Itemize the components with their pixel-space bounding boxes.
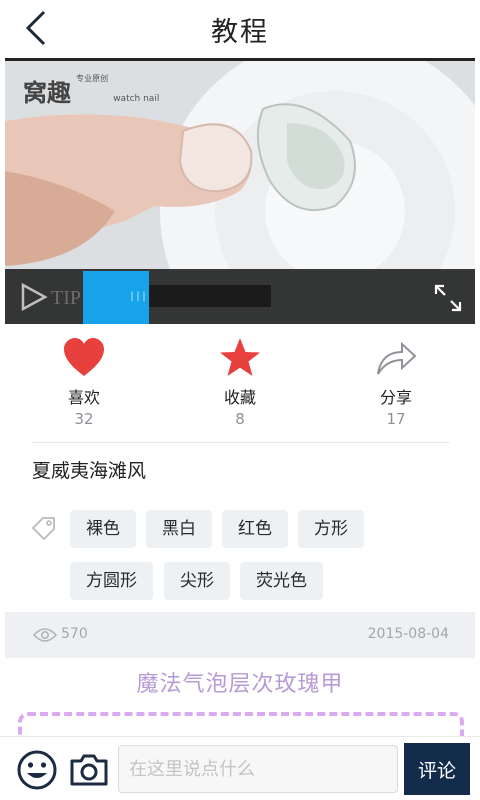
watermark-brand: 窝趣 [23, 79, 71, 107]
watermark-tagline: 专业原创 [76, 74, 109, 83]
share-button[interactable]: 分享 17 [336, 336, 456, 428]
tag-chip[interactable]: 黑白 [146, 510, 212, 548]
tag-chip[interactable]: 红色 [222, 510, 288, 548]
comment-bar: 评论 [0, 736, 480, 800]
tag-icon [32, 517, 55, 540]
comment-submit-button[interactable]: 评论 [404, 743, 470, 795]
share-label: 分享 [379, 388, 412, 407]
video-controls: TIP ||| [5, 269, 475, 324]
view-count: 570 [61, 626, 88, 642]
emoji-icon[interactable] [16, 749, 58, 791]
header: 教程 [0, 0, 480, 58]
share-icon [377, 341, 417, 375]
meta-bar: 570 2015-08-04 [5, 612, 475, 658]
favorite-button[interactable]: 收藏 8 [180, 336, 300, 428]
share-count: 17 [386, 410, 406, 428]
post-title: 夏威夷海滩风 [32, 460, 147, 482]
like-label: 喜欢 [67, 388, 100, 407]
favorite-count: 8 [235, 410, 245, 428]
action-row: 喜欢 32 收藏 8 分享 17 [0, 336, 480, 432]
like-count: 32 [74, 410, 94, 428]
divider [32, 442, 450, 443]
fullscreen-icon[interactable] [433, 283, 463, 313]
heart-icon [64, 338, 104, 376]
video-player[interactable]: 窝趣 专业原创 watch nail TIP ||| [5, 58, 475, 324]
page-title: 教程 [211, 17, 269, 48]
post-date: 2015-08-04 [367, 626, 449, 642]
like-button[interactable]: 喜欢 32 [24, 336, 144, 428]
comment-input[interactable] [118, 745, 398, 793]
favorite-label: 收藏 [223, 388, 256, 407]
progress-handle-icon[interactable]: ||| [129, 291, 147, 303]
content-subtitle: 魔法气泡层次玫瑰甲 [136, 672, 344, 697]
star-icon [220, 338, 260, 376]
watermark-en: watch nail [113, 94, 160, 104]
tag-chip[interactable]: 裸色 [70, 510, 136, 548]
tag-chip[interactable]: 尖形 [164, 562, 230, 600]
tip-text: TIP [51, 287, 81, 309]
watermark: 窝趣 专业原创 watch nail [23, 73, 159, 108]
tag-chip[interactable]: 方圆形 [70, 562, 153, 600]
play-icon[interactable] [19, 282, 49, 312]
tag-chip[interactable]: 方形 [298, 510, 364, 548]
eye-icon [33, 628, 57, 642]
camera-icon[interactable] [68, 749, 110, 791]
tag-chip[interactable]: 荧光色 [240, 562, 323, 600]
